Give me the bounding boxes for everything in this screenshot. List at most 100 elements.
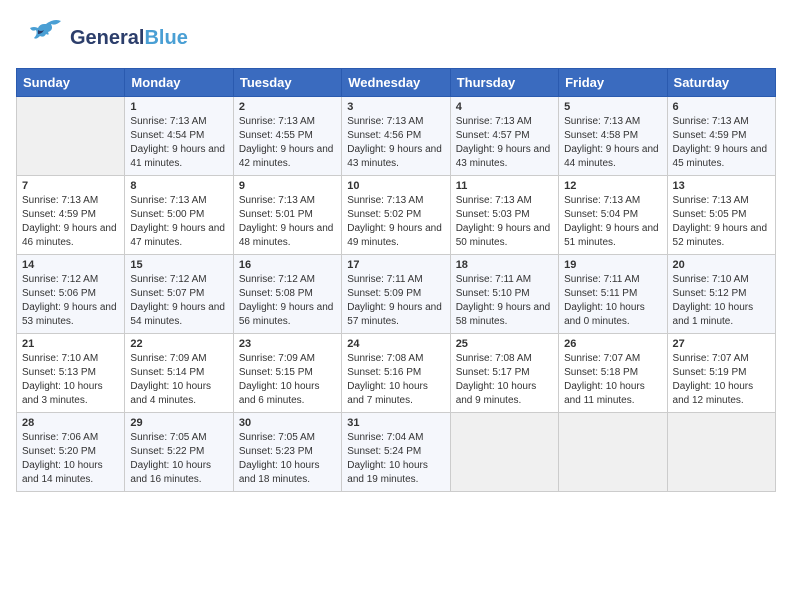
day-number: 8 [130,180,227,192]
calendar-cell: 21 Sunrise: 7:10 AMSunset: 5:13 PMDayligh… [17,334,125,413]
day-number: 17 [347,259,444,271]
day-number: 13 [673,180,770,192]
day-info: Sunrise: 7:13 AMSunset: 5:04 PMDaylight:… [564,194,661,250]
day-info: Sunrise: 7:13 AMSunset: 4:58 PMDaylight:… [564,115,661,171]
day-info: Sunrise: 7:11 AMSunset: 5:10 PMDaylight:… [456,273,553,329]
column-header-monday: Monday [125,69,233,97]
day-info: Sunrise: 7:13 AMSunset: 5:01 PMDaylight:… [239,194,336,250]
day-number: 3 [347,101,444,113]
day-info: Sunrise: 7:13 AMSunset: 5:05 PMDaylight:… [673,194,770,250]
calendar-cell: 22 Sunrise: 7:09 AMSunset: 5:14 PMDayligh… [125,334,233,413]
calendar-cell: 8 Sunrise: 7:13 AMSunset: 5:00 PMDaylight… [125,176,233,255]
day-info: Sunrise: 7:13 AMSunset: 5:02 PMDaylight:… [347,194,444,250]
calendar-cell: 4 Sunrise: 7:13 AMSunset: 4:57 PMDaylight… [450,97,558,176]
calendar-cell: 23 Sunrise: 7:09 AMSunset: 5:15 PMDayligh… [233,334,341,413]
day-number: 4 [456,101,553,113]
calendar-cell: 25Sunrise: 7:08 AMSunset: 5:17 PMDayligh… [450,334,558,413]
calendar-cell: 17 Sunrise: 7:11 AMSunset: 5:09 PMDayligh… [342,255,450,334]
calendar-cell: 9 Sunrise: 7:13 AMSunset: 5:01 PMDaylight… [233,176,341,255]
calendar-cell: 7 Sunrise: 7:13 AMSunset: 4:59 PMDaylight… [17,176,125,255]
day-info: Sunrise: 7:04 AMSunset: 5:24 PMDaylight:… [347,431,444,487]
calendar-cell: 24 Sunrise: 7:08 AMSunset: 5:16 PMDayligh… [342,334,450,413]
calendar-cell [17,97,125,176]
day-info: Sunrise: 7:13 AMSunset: 5:00 PMDaylight:… [130,194,227,250]
calendar-cell: 30Sunrise: 7:05 AMSunset: 5:23 PMDayligh… [233,413,341,492]
calendar-cell: 26Sunrise: 7:07 AMSunset: 5:18 PMDayligh… [559,334,667,413]
day-info: Sunrise: 7:13 AMSunset: 5:03 PMDaylight:… [456,194,553,250]
day-number: 5 [564,101,661,113]
calendar-cell: 11 Sunrise: 7:13 AMSunset: 5:03 PMDayligh… [450,176,558,255]
day-number: 28 [22,417,119,429]
day-info: Sunrise: 7:13 AMSunset: 4:57 PMDaylight:… [456,115,553,171]
calendar-cell: 19Sunrise: 7:11 AMSunset: 5:11 PMDayligh… [559,255,667,334]
calendar-cell: 31 Sunrise: 7:04 AMSunset: 5:24 PMDayligh… [342,413,450,492]
calendar-header-row: SundayMondayTuesdayWednesdayThursdayFrid… [17,69,776,97]
day-info: Sunrise: 7:09 AMSunset: 5:14 PMDaylight:… [130,352,227,408]
day-number: 11 [456,180,553,192]
day-info: Sunrise: 7:12 AMSunset: 5:08 PMDaylight:… [239,273,336,329]
day-info: Sunrise: 7:07 AMSunset: 5:18 PMDaylight:… [564,352,661,408]
calendar-cell [559,413,667,492]
column-header-tuesday: Tuesday [233,69,341,97]
logo: GeneralBlue [16,16,188,60]
calendar-cell: 6Sunrise: 7:13 AMSunset: 4:59 PMDaylight… [667,97,775,176]
day-info: Sunrise: 7:10 AMSunset: 5:13 PMDaylight:… [22,352,119,408]
calendar-week-row: 7 Sunrise: 7:13 AMSunset: 4:59 PMDaylight… [17,176,776,255]
day-number: 14 [22,259,119,271]
day-info: Sunrise: 7:13 AMSunset: 4:59 PMDaylight:… [22,194,119,250]
day-info: Sunrise: 7:06 AMSunset: 5:20 PMDaylight:… [22,431,119,487]
day-info: Sunrise: 7:08 AMSunset: 5:17 PMDaylight:… [456,352,553,408]
column-header-sunday: Sunday [17,69,125,97]
calendar-table: SundayMondayTuesdayWednesdayThursdayFrid… [16,68,776,492]
day-number: 23 [239,338,336,350]
day-info: Sunrise: 7:05 AMSunset: 5:22 PMDaylight:… [130,431,227,487]
day-info: Sunrise: 7:05 AMSunset: 5:23 PMDaylight:… [239,431,336,487]
column-header-friday: Friday [559,69,667,97]
calendar-cell: 13 Sunrise: 7:13 AMSunset: 5:05 PMDayligh… [667,176,775,255]
calendar-cell: 1Sunrise: 7:13 AMSunset: 4:54 PMDaylight… [125,97,233,176]
day-number: 2 [239,101,336,113]
day-number: 9 [239,180,336,192]
day-number: 16 [239,259,336,271]
day-number: 24 [347,338,444,350]
day-number: 7 [22,180,119,192]
calendar-cell: 15 Sunrise: 7:12 AMSunset: 5:07 PMDayligh… [125,255,233,334]
day-number: 1 [130,101,227,113]
page-header: GeneralBlue [16,16,776,60]
calendar-week-row: 14 Sunrise: 7:12 AMSunset: 5:06 PMDayligh… [17,255,776,334]
calendar-week-row: 28 Sunrise: 7:06 AMSunset: 5:20 PMDayligh… [17,413,776,492]
day-number: 19 [564,259,661,271]
calendar-cell [450,413,558,492]
day-number: 10 [347,180,444,192]
day-info: Sunrise: 7:09 AMSunset: 5:15 PMDaylight:… [239,352,336,408]
day-number: 12 [564,180,661,192]
calendar-cell: 16 Sunrise: 7:12 AMSunset: 5:08 PMDayligh… [233,255,341,334]
calendar-cell: 20Sunrise: 7:10 AMSunset: 5:12 PMDayligh… [667,255,775,334]
day-info: Sunrise: 7:13 AMSunset: 4:55 PMDaylight:… [239,115,336,171]
calendar-cell [667,413,775,492]
calendar-week-row: 21 Sunrise: 7:10 AMSunset: 5:13 PMDayligh… [17,334,776,413]
calendar-cell: 29 Sunrise: 7:05 AMSunset: 5:22 PMDayligh… [125,413,233,492]
day-info: Sunrise: 7:12 AMSunset: 5:07 PMDaylight:… [130,273,227,329]
calendar-cell: 5 Sunrise: 7:13 AMSunset: 4:58 PMDaylight… [559,97,667,176]
day-number: 31 [347,417,444,429]
day-info: Sunrise: 7:08 AMSunset: 5:16 PMDaylight:… [347,352,444,408]
day-number: 27 [673,338,770,350]
day-number: 29 [130,417,227,429]
day-number: 22 [130,338,227,350]
calendar-cell: 27Sunrise: 7:07 AMSunset: 5:19 PMDayligh… [667,334,775,413]
calendar-cell: 2 Sunrise: 7:13 AMSunset: 4:55 PMDaylight… [233,97,341,176]
day-number: 21 [22,338,119,350]
column-header-wednesday: Wednesday [342,69,450,97]
day-info: Sunrise: 7:13 AMSunset: 4:56 PMDaylight:… [347,115,444,171]
calendar-cell: 18 Sunrise: 7:11 AMSunset: 5:10 PMDayligh… [450,255,558,334]
logo-icon [16,16,66,60]
day-number: 18 [456,259,553,271]
day-number: 15 [130,259,227,271]
day-info: Sunrise: 7:11 AMSunset: 5:09 PMDaylight:… [347,273,444,329]
column-header-saturday: Saturday [667,69,775,97]
day-info: Sunrise: 7:12 AMSunset: 5:06 PMDaylight:… [22,273,119,329]
logo-text: GeneralBlue [70,27,188,49]
calendar-week-row: 1Sunrise: 7:13 AMSunset: 4:54 PMDaylight… [17,97,776,176]
day-info: Sunrise: 7:10 AMSunset: 5:12 PMDaylight:… [673,273,770,329]
